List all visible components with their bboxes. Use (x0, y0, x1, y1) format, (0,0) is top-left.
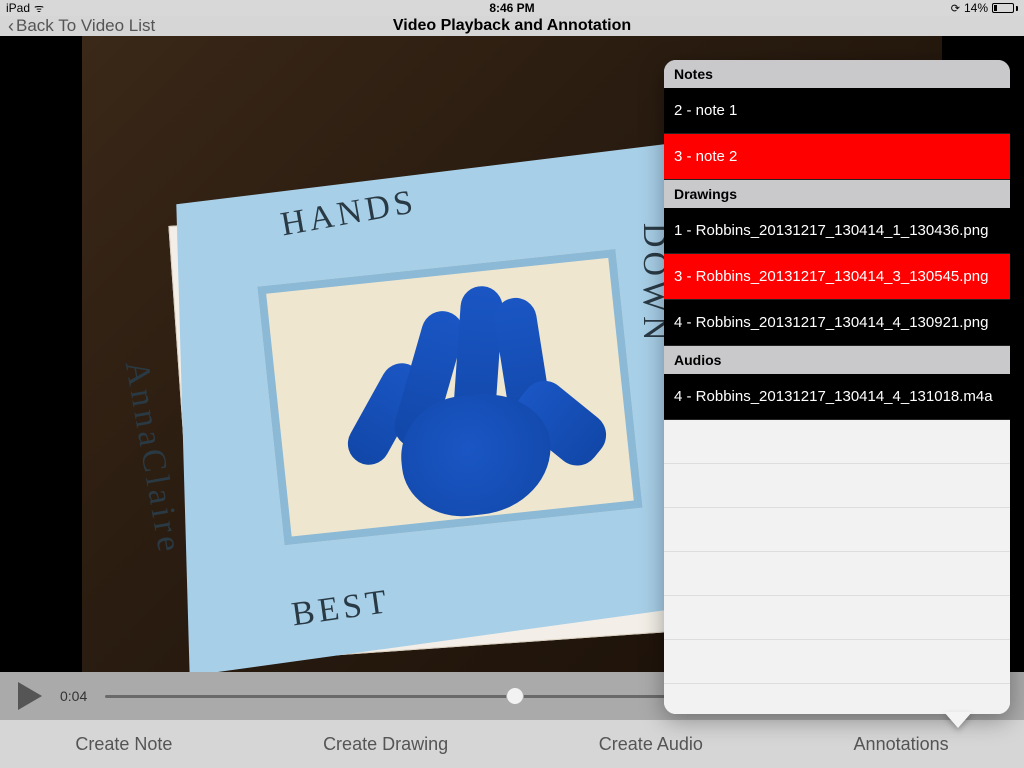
wifi-icon: ᯤ (34, 1, 44, 16)
back-button[interactable]: ‹ Back To Video List (8, 16, 155, 36)
handprint-graphic (303, 264, 598, 541)
note-row[interactable]: 2 - note 1 (664, 88, 1010, 134)
rotation-lock-icon: ⟳ (951, 2, 960, 15)
annotations-empty-area[interactable] (664, 420, 1010, 714)
play-button[interactable] (18, 682, 42, 710)
nav-bar: ‹ Back To Video List Video Playback and … (0, 16, 1024, 36)
battery-icon (992, 3, 1018, 13)
status-right: ⟳ 14% (951, 1, 1018, 15)
status-bar: iPad ᯤ 8:46 PM ⟳ 14% (0, 0, 1024, 16)
drawings-header: Drawings (664, 180, 1010, 208)
device-label: iPad (6, 1, 30, 15)
bottom-toolbar: Create Note Create Drawing Create Audio … (0, 720, 1024, 768)
playback-time: 0:04 (60, 688, 87, 704)
create-note-button[interactable]: Create Note (55, 734, 192, 755)
status-left: iPad ᯤ (6, 1, 44, 16)
chevron-left-icon: ‹ (8, 17, 14, 35)
battery-percent: 14% (964, 1, 988, 15)
frame-text-left: AnnaClaire (117, 358, 189, 558)
popover-arrow-icon (944, 712, 972, 728)
annotations-popover: Notes 2 - note 13 - note 2 Drawings 1 - … (664, 60, 1010, 714)
drawing-row[interactable]: 1 - Robbins_20131217_130414_1_130436.png (664, 208, 1010, 254)
scrubber-thumb[interactable] (506, 687, 524, 705)
notes-header: Notes (664, 60, 1010, 88)
note-row[interactable]: 3 - note 2 (664, 134, 1010, 180)
audios-header: Audios (664, 346, 1010, 374)
create-drawing-button[interactable]: Create Drawing (303, 734, 468, 755)
annotations-button[interactable]: Annotations (834, 734, 969, 755)
audio-row[interactable]: 4 - Robbins_20131217_130414_4_131018.m4a (664, 374, 1010, 420)
back-label: Back To Video List (16, 16, 155, 36)
page-title: Video Playback and Annotation (393, 17, 631, 35)
drawing-row[interactable]: 4 - Robbins_20131217_130414_4_130921.png (664, 300, 1010, 346)
create-audio-button[interactable]: Create Audio (579, 734, 723, 755)
status-time: 8:46 PM (489, 1, 534, 15)
drawing-row[interactable]: 3 - Robbins_20131217_130414_3_130545.png (664, 254, 1010, 300)
